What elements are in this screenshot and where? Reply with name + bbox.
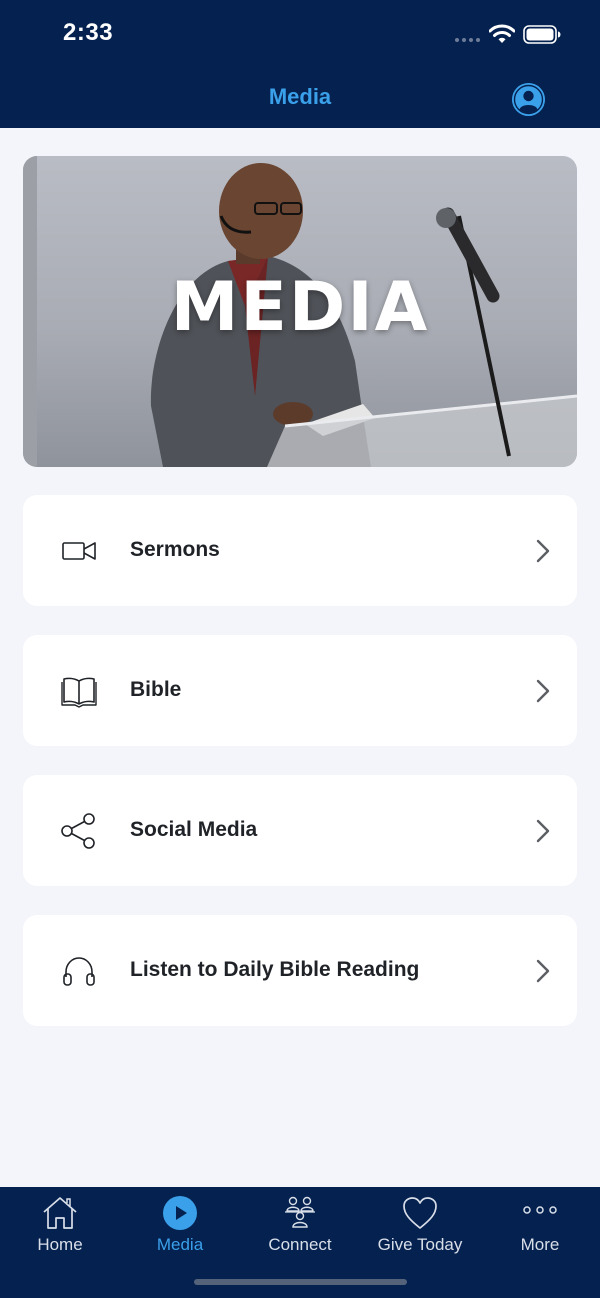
chevron-right-icon — [536, 959, 550, 983]
menu-item-label: Listen to Daily Bible Reading — [130, 958, 420, 981]
menu-item-bible[interactable]: Bible — [23, 635, 577, 746]
video-camera-icon — [62, 542, 96, 560]
wifi-icon — [489, 24, 515, 43]
people-icon — [285, 1196, 315, 1228]
hero-title: MEDIA — [170, 268, 430, 347]
chevron-right-icon — [536, 819, 550, 843]
headphones-icon — [63, 957, 95, 986]
share-icon — [61, 813, 95, 849]
battery-icon — [523, 25, 561, 44]
tab-label: More — [520, 1235, 560, 1254]
profile-button[interactable] — [512, 83, 545, 116]
play-icon — [163, 1196, 197, 1230]
menu-item-daily-bible-reading[interactable]: Listen to Daily Bible Reading — [23, 915, 577, 1026]
menu-item-social-media[interactable]: Social Media — [23, 775, 577, 886]
menu-item-label: Bible — [130, 678, 182, 701]
cellular-signal-icon — [455, 38, 480, 42]
tab-label: Home — [37, 1235, 83, 1254]
tab-home[interactable]: Home — [0, 1187, 120, 1267]
tab-more[interactable]: More — [480, 1187, 600, 1267]
heart-icon — [403, 1197, 437, 1229]
tab-label: Connect — [268, 1235, 332, 1254]
status-time: 2:33 — [63, 19, 114, 46]
chevron-right-icon — [536, 679, 550, 703]
home-indicator — [194, 1279, 407, 1285]
hero-banner: MEDIA — [23, 156, 577, 467]
menu-item-sermons[interactable]: Sermons — [23, 495, 577, 606]
menu-item-label: Social Media — [130, 818, 258, 841]
tab-media[interactable]: Media — [120, 1187, 240, 1267]
page-title: Media — [268, 84, 332, 109]
tab-label: Media — [156, 1235, 204, 1254]
book-icon — [61, 677, 97, 708]
top-bar: 2:33 Media — [0, 0, 600, 128]
menu-item-label: Sermons — [130, 538, 220, 561]
tab-label: Give Today — [377, 1235, 463, 1254]
tab-connect[interactable]: Connect — [240, 1187, 360, 1267]
user-icon — [512, 83, 545, 116]
home-icon — [43, 1197, 77, 1229]
more-dots-icon — [523, 1206, 557, 1214]
chevron-right-icon — [536, 539, 550, 563]
tab-give-today[interactable]: Give Today — [360, 1187, 480, 1267]
